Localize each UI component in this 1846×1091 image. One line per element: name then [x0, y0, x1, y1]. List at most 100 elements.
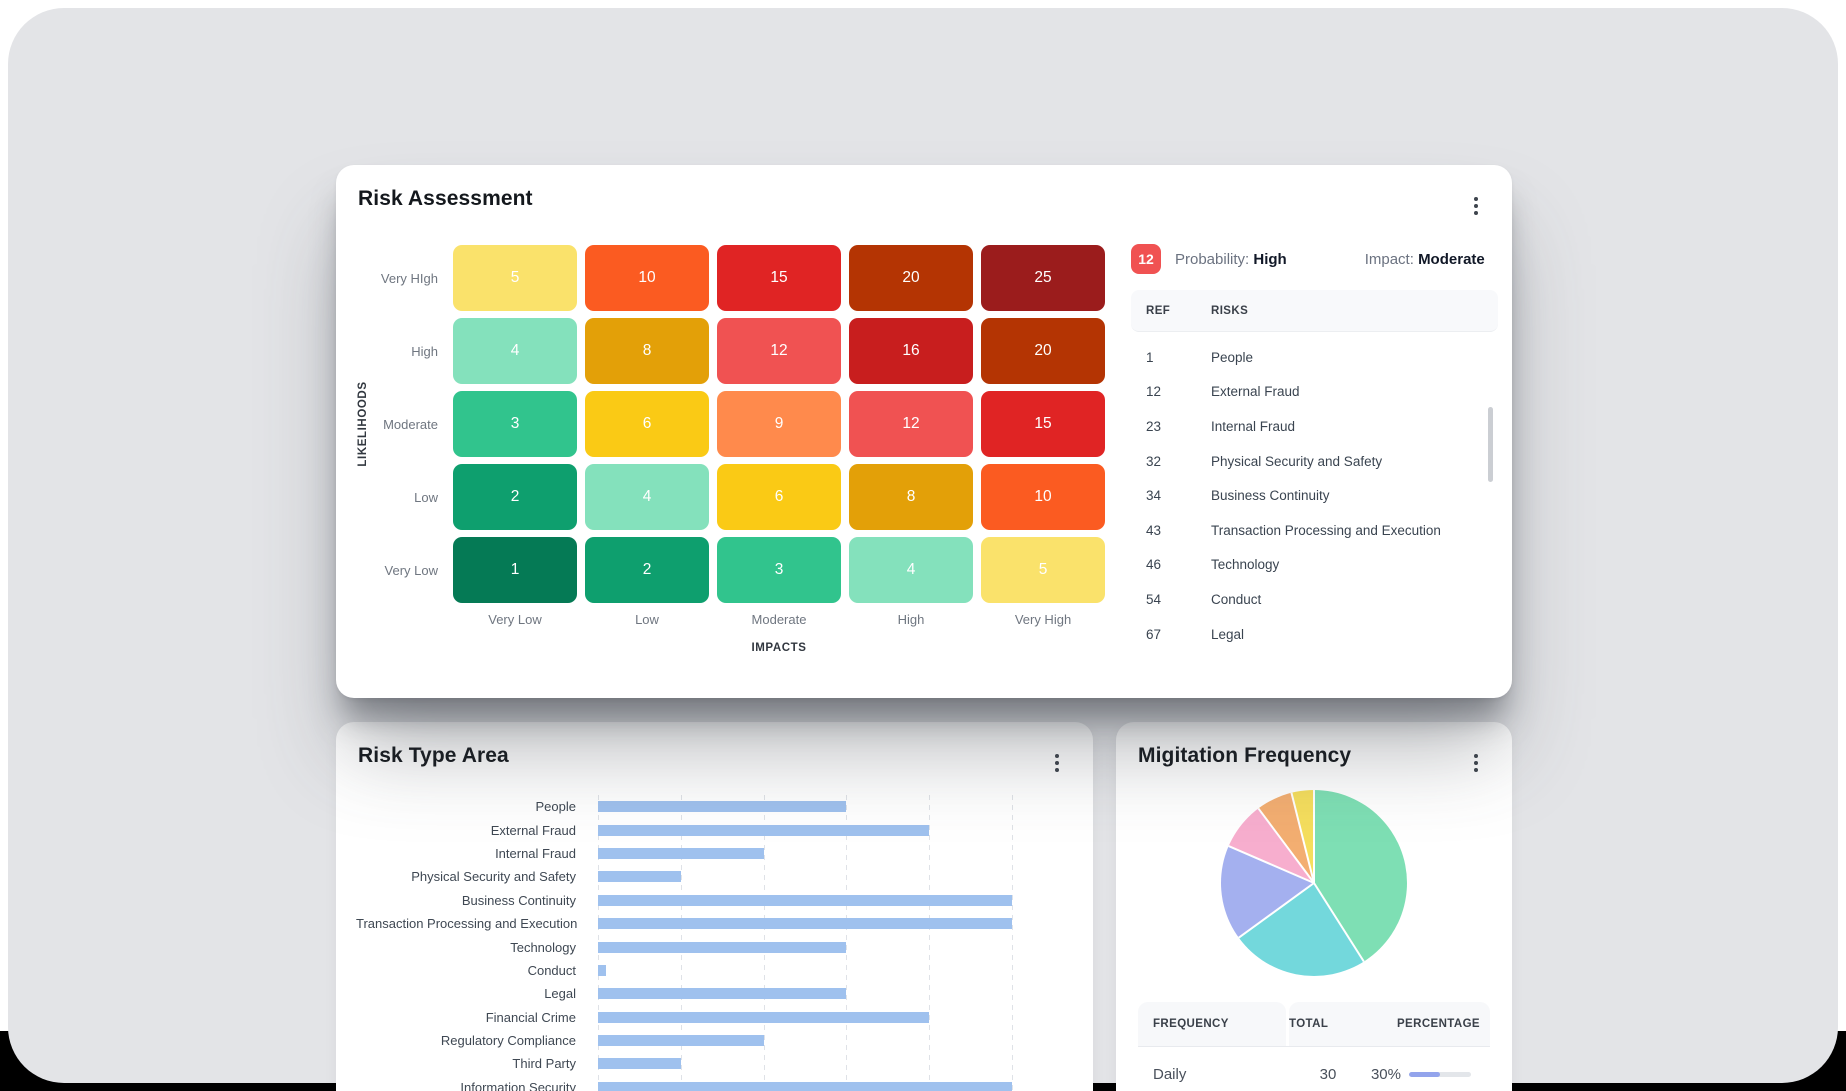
matrix-cell[interactable]: 20: [849, 245, 973, 311]
dashboard-page: Risk Assessment LIKELIHOODS Very HIghHig…: [0, 0, 1846, 1091]
bar-track: [598, 871, 1012, 882]
impacts-axis-title: IMPACTS: [453, 642, 1105, 654]
risk-list-item[interactable]: 43Transaction Processing and Execution: [1131, 513, 1498, 548]
risk-ref: 46: [1146, 557, 1211, 572]
impact-legend: Impact: Moderate: [1365, 251, 1485, 268]
bar-chart-row: Transaction Processing and Execution: [356, 912, 1012, 935]
kebab-menu-icon[interactable]: [1466, 750, 1486, 776]
risks-list-scrollbar[interactable]: [1488, 407, 1493, 482]
matrix-cell[interactable]: 4: [453, 318, 577, 384]
matrix-cell[interactable]: 3: [717, 537, 841, 603]
matrix-cell[interactable]: 9: [717, 391, 841, 457]
matrix-cell[interactable]: 2: [453, 464, 577, 530]
kebab-menu-icon[interactable]: [1047, 750, 1067, 776]
bar-chart-row: People: [356, 795, 1012, 818]
risk-assessment-title: Risk Assessment: [358, 187, 533, 211]
matrix-cell[interactable]: 8: [585, 318, 709, 384]
impact-value: Moderate: [1418, 251, 1485, 268]
bar-track: [598, 1035, 1012, 1046]
risk-list-item[interactable]: 67Legal: [1131, 617, 1498, 652]
frequency-table-header: FREQUENCY TOTAL PERCENTAGE: [1138, 1002, 1490, 1047]
matrix-cell[interactable]: 12: [849, 391, 973, 457]
matrix-row-label: Moderate: [336, 391, 438, 457]
risk-ref: 34: [1146, 488, 1211, 503]
matrix-cell[interactable]: 20: [981, 318, 1105, 384]
matrix-cell[interactable]: 16: [849, 318, 973, 384]
bar: [598, 895, 1012, 906]
selected-risk-legend: 12 Probability: High Impact: Moderate: [1131, 244, 1485, 274]
dot: [1055, 754, 1059, 758]
risk-list-item[interactable]: 32Physical Security and Safety: [1131, 444, 1498, 479]
matrix-column-label: Very Low: [453, 612, 577, 627]
risk-list-item[interactable]: 23Internal Fraud: [1131, 409, 1498, 444]
risk-ref: 23: [1146, 419, 1211, 434]
matrix-cell[interactable]: 4: [849, 537, 973, 603]
risk-list-item[interactable]: 1People: [1131, 340, 1498, 375]
bar-chart-row: Financial Crime: [356, 1006, 1012, 1029]
matrix-cell[interactable]: 12: [717, 318, 841, 384]
frequency-value: Daily: [1138, 1066, 1286, 1083]
bar-track: [598, 965, 1012, 976]
risk-list-item[interactable]: 12External Fraud: [1131, 375, 1498, 410]
bar-category-label: Conduct: [356, 963, 576, 978]
risks-column-header: RISKS: [1211, 305, 1498, 317]
risk-name: Business Continuity: [1211, 488, 1498, 503]
matrix-cell[interactable]: 15: [717, 245, 841, 311]
matrix-cell[interactable]: 4: [585, 464, 709, 530]
bar-track: [598, 1012, 1012, 1023]
bar-category-label: Information Security: [356, 1080, 576, 1091]
risk-name: Technology: [1211, 557, 1498, 572]
matrix-cell[interactable]: 10: [585, 245, 709, 311]
matrix-column-label: High: [849, 612, 973, 627]
dot: [1474, 211, 1478, 215]
frequency-pie-chart[interactable]: [1221, 790, 1407, 976]
matrix-cell[interactable]: 1: [453, 537, 577, 603]
risk-type-area-card: Risk Type Area PeopleExternal FraudInter…: [336, 722, 1093, 1091]
matrix-cell[interactable]: 10: [981, 464, 1105, 530]
matrix-cell[interactable]: 15: [981, 391, 1105, 457]
risk-ref: 32: [1146, 454, 1211, 469]
bar-category-label: Technology: [356, 940, 576, 955]
matrix-cell[interactable]: 5: [981, 537, 1105, 603]
probability-value: High: [1253, 251, 1286, 268]
gridline: [1012, 795, 1013, 1091]
risk-list-item[interactable]: 34Business Continuity: [1131, 478, 1498, 513]
bar-track: [598, 988, 1012, 999]
matrix-cell[interactable]: 3: [453, 391, 577, 457]
matrix-cell[interactable]: 5: [453, 245, 577, 311]
matrix-cell[interactable]: 8: [849, 464, 973, 530]
frequency-table: FREQUENCY TOTAL PERCENTAGE Daily3030%: [1138, 1002, 1490, 1091]
risk-list-item[interactable]: 46Technology: [1131, 548, 1498, 583]
kebab-menu-icon[interactable]: [1466, 193, 1486, 219]
matrix-row-label: Very Low: [336, 537, 438, 603]
dot: [1474, 768, 1478, 772]
bar: [598, 1035, 764, 1046]
migitation-frequency-title: Migitation Frequency: [1138, 744, 1351, 768]
matrix-column-label: Low: [585, 612, 709, 627]
matrix-column-label: Very High: [981, 612, 1105, 627]
bar: [598, 871, 681, 882]
risk-name: Transaction Processing and Execution: [1211, 523, 1498, 538]
matrix-cell[interactable]: 2: [585, 537, 709, 603]
total-value: 30: [1286, 1066, 1370, 1083]
dot: [1474, 754, 1478, 758]
percentage-value: 30%: [1371, 1066, 1401, 1083]
bar-category-label: Regulatory Compliance: [356, 1033, 576, 1048]
bar: [598, 1058, 681, 1069]
bar-chart[interactable]: PeopleExternal FraudInternal FraudPhysic…: [356, 795, 1012, 1091]
bar-category-label: External Fraud: [356, 823, 576, 838]
bar: [598, 918, 1012, 929]
matrix-cell[interactable]: 25: [981, 245, 1105, 311]
risk-type-area-title: Risk Type Area: [358, 744, 509, 768]
bar: [598, 988, 846, 999]
matrix-row-label: Low: [336, 464, 438, 530]
bar-track: [598, 801, 1012, 812]
matrix-cell[interactable]: 6: [585, 391, 709, 457]
matrix-cell[interactable]: 6: [717, 464, 841, 530]
risk-list-item[interactable]: 54Conduct: [1131, 582, 1498, 617]
frequency-table-row[interactable]: Daily3030%: [1138, 1047, 1490, 1091]
total-column-header: TOTAL: [1289, 1018, 1328, 1030]
risk-matrix: 51015202548121620369121524681012345: [453, 245, 1105, 603]
risk-ref: 1: [1146, 350, 1211, 365]
matrix-column-label: Moderate: [717, 612, 841, 627]
